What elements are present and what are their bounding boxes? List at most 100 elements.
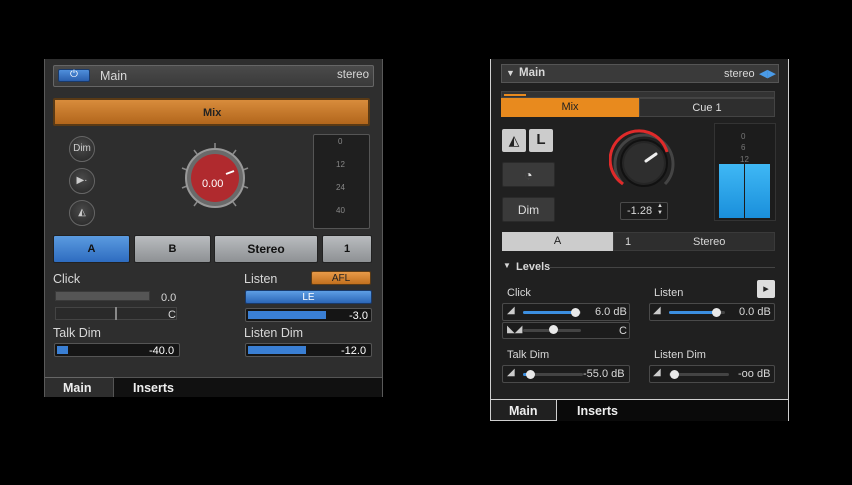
talk-dim-label: Talk Dim: [53, 326, 101, 340]
click-pan-value: C: [619, 325, 627, 337]
listen-dim-handle[interactable]: [670, 370, 679, 379]
left-header-title: Main: [100, 69, 128, 83]
knob-value: -1.28: [627, 205, 653, 217]
link-arrows-icon[interactable]: ◀▶: [759, 67, 776, 80]
route-1-button[interactable]: 1: [322, 235, 372, 263]
click-level-value: 0.0: [161, 292, 177, 304]
tab-inserts[interactable]: Inserts: [113, 377, 382, 397]
tab-inserts[interactable]: Inserts: [557, 400, 788, 421]
route-a-button[interactable]: A: [53, 235, 130, 263]
tab-main[interactable]: Main: [45, 377, 113, 397]
talkback-button[interactable]: ◔: [502, 162, 555, 187]
dim-button[interactable]: Dim: [69, 136, 95, 162]
mix-cue-strip: [501, 91, 775, 98]
cue1-tab[interactable]: Cue 1: [639, 98, 775, 117]
route-1-label: 1: [343, 243, 351, 255]
level-knob[interactable]: [609, 128, 679, 198]
listen-level-handle[interactable]: [712, 308, 721, 317]
meter-tick-40: 40: [336, 206, 345, 215]
mix-tab-label: Mix: [561, 101, 579, 113]
meter-tick-6: 6: [741, 143, 746, 152]
meter-bar-left: [719, 164, 744, 218]
listen-channel-button[interactable]: LE: [245, 290, 372, 304]
tab-main-label: Main: [509, 404, 538, 418]
levels-divider: [549, 267, 775, 268]
route-b-button[interactable]: B: [134, 235, 211, 263]
volume-icon: ◢: [653, 305, 661, 316]
meter-tick-0: 0: [338, 137, 343, 146]
tab-inserts-label: Inserts: [577, 404, 618, 418]
talkback-button[interactable]: ▶·: [69, 168, 95, 194]
click-level-bar[interactable]: [55, 291, 150, 301]
metronome-button[interactable]: ◭: [69, 200, 95, 226]
listen-level-fill: [248, 311, 326, 319]
meter-tick-0: 0: [741, 132, 746, 141]
talk-dim-label: Talk Dim: [507, 349, 550, 361]
meter-bar-right: [745, 164, 770, 218]
route-a-label: A: [87, 243, 96, 255]
click-level-handle[interactable]: [571, 308, 580, 317]
power-button[interactable]: ⏻: [58, 69, 90, 82]
listen-dim-value: -oo dB: [738, 368, 771, 380]
play-icon: ▶·: [76, 175, 88, 186]
listen-level-value: 0.0 dB: [739, 306, 771, 318]
click-pan-marker: [115, 307, 117, 320]
listen-l-button[interactable]: L: [529, 129, 553, 152]
right-monitor-panel: ▼ Main stereo ◀▶ Mix Cue 1 ◭ L ◔ Dim -1.…: [490, 59, 789, 421]
route-stereo-label: Stereo: [247, 242, 285, 256]
metronome-button[interactable]: ◭: [502, 129, 526, 152]
route-stereo-button[interactable]: Stereo: [214, 235, 318, 263]
click-pan-value: C: [168, 309, 176, 321]
mix-tab[interactable]: Mix: [501, 98, 639, 117]
route-a-button[interactable]: A: [502, 232, 613, 251]
click-label: Click: [53, 272, 81, 286]
right-header-mode: stereo: [724, 68, 755, 80]
volume-icon: ◢: [653, 367, 661, 378]
dim-button[interactable]: Dim: [502, 197, 555, 222]
tab-main[interactable]: Main: [491, 400, 557, 421]
levels-title: Levels: [516, 261, 551, 273]
mix-label: Mix: [203, 107, 222, 119]
click-level-fill: [523, 311, 575, 314]
listen-label: Listen: [244, 272, 278, 286]
route-1-label: 1: [625, 236, 632, 248]
left-monitor-panel: ⏻ Main stereo Mix Dim ▶· ◭ 0.00 0 12 24 …: [44, 59, 383, 397]
route-b-label: B: [168, 243, 177, 255]
meter-tick-12: 12: [740, 155, 749, 164]
meter-tick-12: 12: [336, 160, 345, 169]
listen-channel-label: LE: [302, 292, 315, 303]
spin-arrows-icon[interactable]: ▲ ▼: [657, 203, 663, 217]
metronome-icon: ◭: [508, 132, 520, 148]
click-pan-handle[interactable]: [549, 325, 558, 334]
listen-level-fill: [669, 311, 715, 314]
levels-collapse-icon[interactable]: ▼: [503, 261, 511, 270]
collapse-triangle-icon[interactable]: ▼: [506, 68, 515, 78]
click-label: Click: [507, 287, 531, 299]
speaker-arrow-icon: ▸: [763, 283, 769, 295]
talk-dim-handle[interactable]: [526, 370, 535, 379]
meter-tick-24: 24: [336, 183, 345, 192]
tab-inserts-label: Inserts: [133, 381, 174, 395]
dim-label: Dim: [517, 203, 540, 217]
tab-main-label: Main: [63, 381, 92, 395]
talk-dim-value: -55.0 dB: [583, 368, 625, 380]
pan-icon: ◣◢: [507, 324, 523, 335]
listen-l-icon: L: [536, 131, 546, 148]
dim-label: Dim: [73, 143, 91, 154]
listen-dim-value: -12.0: [341, 345, 367, 357]
volume-icon: ◢: [507, 367, 515, 378]
volume-icon: ◢: [507, 305, 515, 316]
right-header-title: Main: [519, 67, 546, 79]
listen-label: Listen: [654, 287, 684, 299]
mix-strip-marker: [504, 94, 526, 96]
talk-dim-fill: [57, 346, 68, 354]
listen-dim-label: Listen Dim: [654, 349, 706, 361]
listen-dim-fill: [248, 346, 306, 354]
route-a-label: A: [553, 235, 562, 247]
afl-button[interactable]: AFL: [311, 271, 371, 285]
talk-dim-value: -40.0: [149, 345, 175, 357]
route-stereo-label: Stereo: [693, 236, 726, 248]
power-icon: ⏻: [70, 69, 78, 80]
listen-mode-button[interactable]: ▸: [757, 280, 775, 298]
cue1-tab-label: Cue 1: [692, 102, 722, 114]
